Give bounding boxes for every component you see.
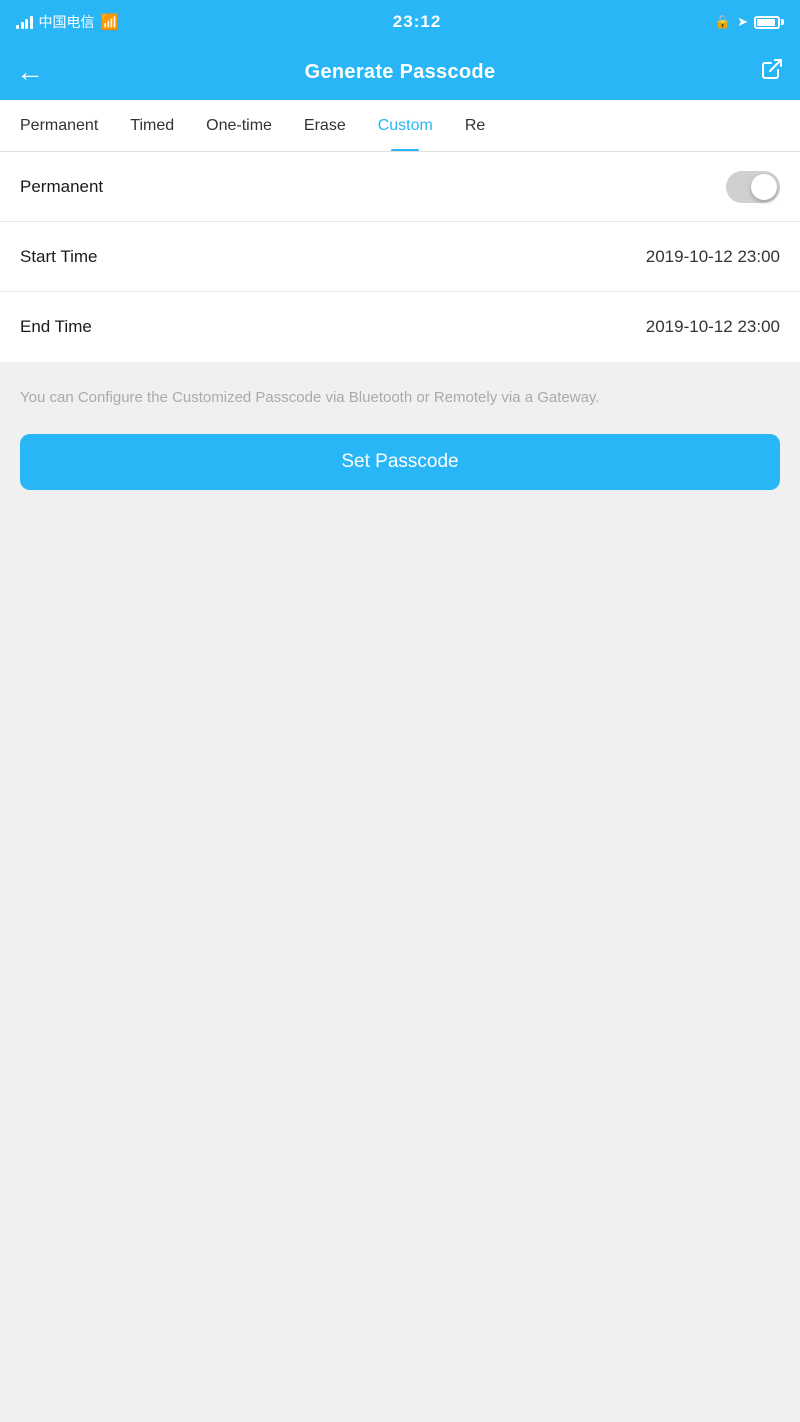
start-time-label: Start Time (20, 247, 97, 267)
end-time-value: 2019-10-12 23:00 (646, 317, 780, 337)
info-text: You can Configure the Customized Passcod… (0, 362, 800, 426)
tab-one-time[interactable]: One-time (190, 100, 288, 152)
status-bar: 中国电信 📶 23:12 🔒 ➤ (0, 0, 800, 44)
header: ← Generate Passcode (0, 44, 800, 100)
carrier-label: 中国电信 (39, 12, 95, 32)
permanent-label: Permanent (20, 177, 103, 197)
tab-re[interactable]: Re (449, 100, 501, 152)
end-time-row[interactable]: End Time 2019-10-12 23:00 (0, 292, 800, 362)
share-button[interactable] (760, 57, 784, 87)
status-right: 🔒 ➤ (715, 14, 784, 30)
tab-timed[interactable]: Timed (114, 100, 190, 152)
wifi-icon: 📶 (101, 13, 120, 31)
content-area: Permanent Start Time 2019-10-12 23:00 En… (0, 152, 800, 1422)
permanent-toggle[interactable] (726, 171, 780, 203)
start-time-value: 2019-10-12 23:00 (646, 247, 780, 267)
battery-icon (754, 16, 784, 29)
tab-bar: Permanent Timed One-time Erase Custom Re (0, 100, 800, 152)
end-time-label: End Time (20, 317, 92, 337)
settings-card: Permanent Start Time 2019-10-12 23:00 En… (0, 152, 800, 362)
navigation-icon: ➤ (737, 14, 748, 30)
tab-custom[interactable]: Custom (362, 100, 449, 152)
signal-icon (16, 15, 33, 29)
page-title: Generate Passcode (305, 61, 496, 84)
tab-erase[interactable]: Erase (288, 100, 362, 152)
back-button[interactable]: ← (16, 56, 44, 88)
permanent-row: Permanent (0, 152, 800, 222)
status-time: 23:12 (393, 12, 441, 32)
start-time-row[interactable]: Start Time 2019-10-12 23:00 (0, 222, 800, 292)
tab-permanent[interactable]: Permanent (4, 100, 114, 152)
location-icon: 🔒 (715, 14, 731, 30)
set-passcode-button[interactable]: Set Passcode (20, 434, 780, 490)
status-left: 中国电信 📶 (16, 12, 119, 32)
